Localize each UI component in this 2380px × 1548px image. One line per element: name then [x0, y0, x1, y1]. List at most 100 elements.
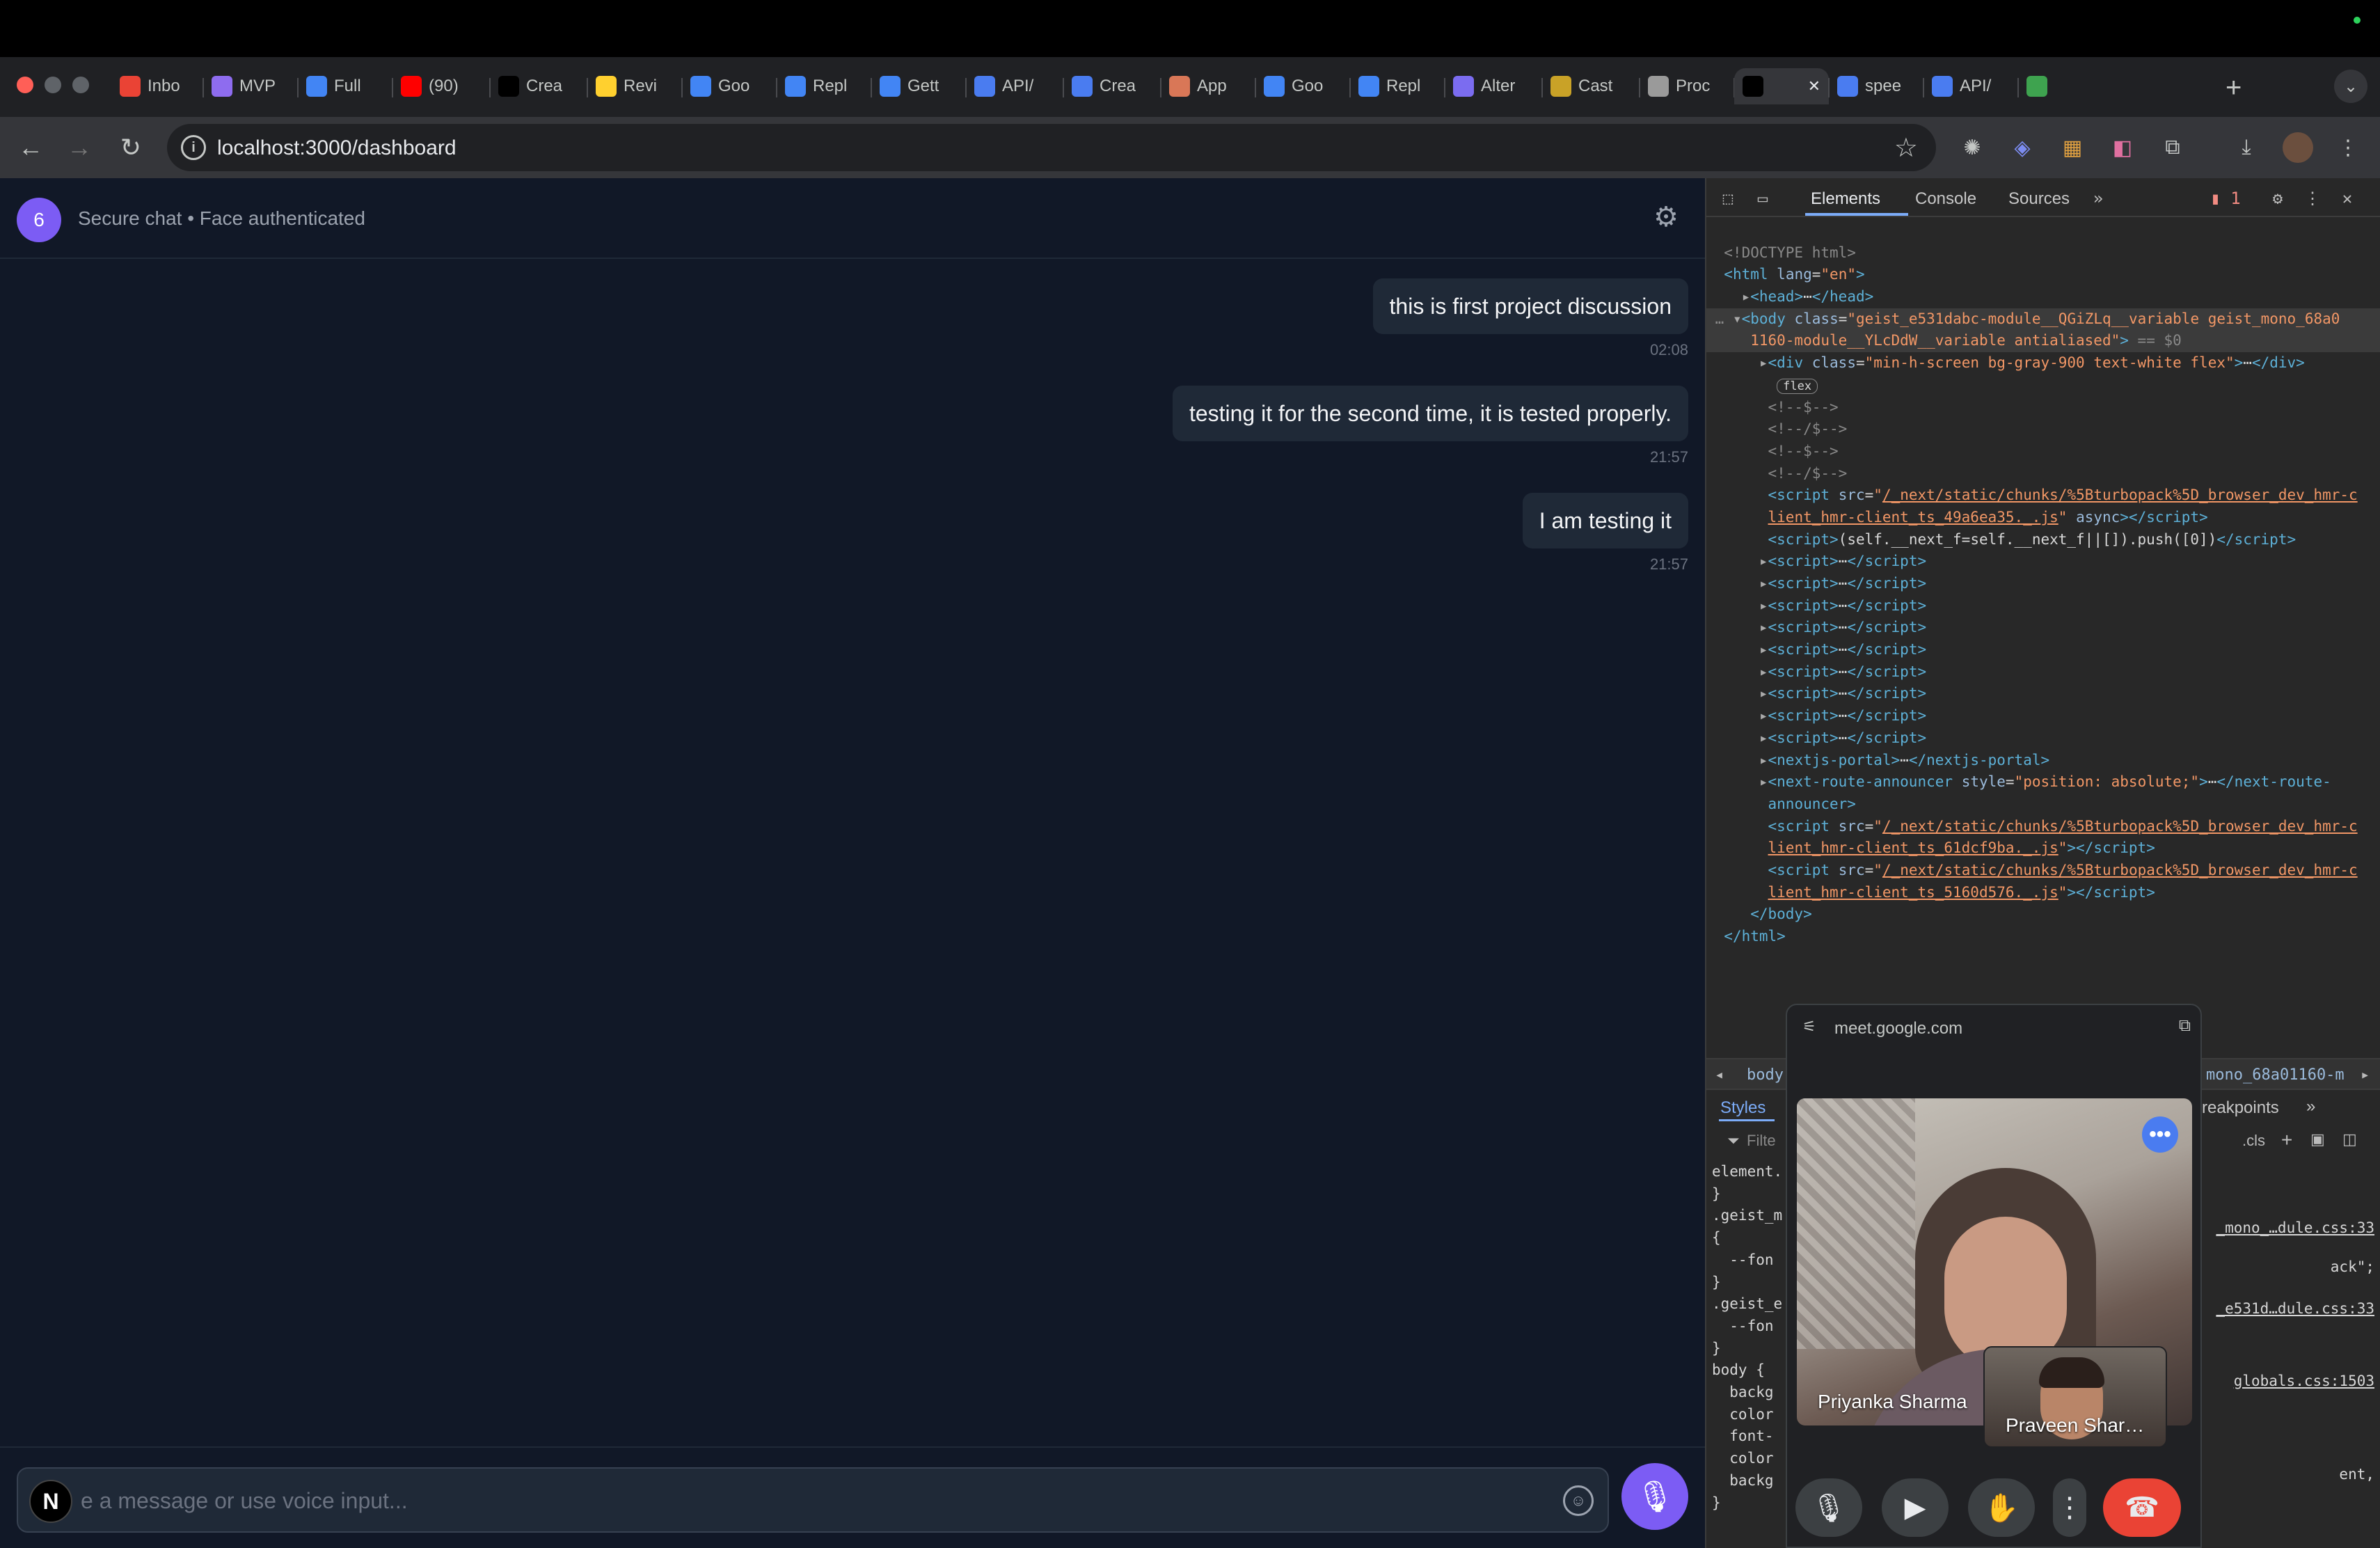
tab-console[interactable]: Console — [1915, 189, 1976, 209]
camera-button[interactable]: ▶ — [1882, 1478, 1949, 1537]
extensions-puzzle-icon[interactable]: ⧉ — [2157, 132, 2188, 163]
tab-elements[interactable]: Elements — [1811, 189, 1880, 209]
dom-line: ▸<script>⋯</script> — [1759, 729, 1927, 746]
app-icon — [1550, 76, 1571, 97]
cls-toggle[interactable]: .cls — [2242, 1132, 2265, 1150]
leave-call-button[interactable]: ☎ — [2103, 1478, 2181, 1537]
tab-label: Proc — [1676, 77, 1711, 95]
inspect-element-icon[interactable]: ⬚ — [1716, 187, 1740, 210]
tab-styles[interactable]: Styles — [1720, 1098, 1766, 1118]
tab-breakpoints[interactable]: reakpoints — [2202, 1098, 2279, 1118]
stylesheet-link[interactable]: _e531d…dule.css:33 — [2216, 1300, 2374, 1317]
more-tabs-icon[interactable]: » — [2086, 187, 2110, 210]
extension-icon[interactable]: ◈ — [2007, 132, 2038, 163]
browser-tab[interactable]: MVP — [203, 68, 298, 104]
site-info-icon[interactable]: i — [181, 135, 206, 160]
reload-button[interactable]: ↻ — [114, 131, 148, 164]
tab-label: MVP — [239, 77, 276, 95]
browser-tab[interactable]: Goo — [1255, 68, 1350, 104]
raise-hand-button[interactable]: ✋ — [1968, 1478, 2035, 1537]
settings-gear-icon[interactable]: ⚙ — [1649, 200, 1683, 234]
close-icon[interactable]: ✕ — [2335, 187, 2359, 210]
issues-badge[interactable]: ▮ 1 — [2205, 187, 2246, 210]
nextjs-dev-badge[interactable]: N — [29, 1480, 72, 1523]
browser-tab[interactable]: Cast — [1542, 68, 1640, 104]
filter-input[interactable]: Filte — [1747, 1132, 1776, 1150]
browser-tab[interactable]: Full — [298, 68, 392, 104]
dom-line: <script src="/_next/static/chunks/%5Btur… — [1768, 817, 2358, 835]
tab-label: API/ — [1002, 77, 1034, 95]
site-controls-icon[interactable]: ⚟ — [1802, 1018, 1816, 1036]
more-options-button[interactable]: ⋮ — [2053, 1478, 2086, 1537]
extension-icon[interactable]: ✺ — [1957, 132, 1988, 163]
forward-button[interactable]: → — [63, 131, 96, 164]
breadcrumb-item[interactable]: mono_68a01160-m — [2206, 1066, 2345, 1084]
browser-tab[interactable]: App — [1161, 68, 1255, 104]
browser-menu-icon[interactable]: ⋮ — [2333, 132, 2363, 163]
tab-label: API/ — [1960, 77, 1992, 95]
add-rule-icon[interactable]: + — [2281, 1129, 2292, 1151]
browser-tab[interactable]: spee — [1829, 68, 1923, 104]
browser-tab[interactable]: (90) — [392, 68, 490, 104]
more-options-icon[interactable]: ••• — [2142, 1116, 2178, 1153]
camera-indicator-icon — [2354, 17, 2361, 24]
crumb-left-arrow-icon[interactable]: ◂ — [1715, 1066, 1724, 1084]
google-icon — [880, 76, 901, 97]
browser-tab[interactable]: Inbo — [111, 68, 203, 104]
tab-sources[interactable]: Sources — [2008, 189, 2070, 209]
new-tab-button[interactable]: + — [2226, 72, 2242, 104]
tab-label: Goo — [1292, 77, 1324, 95]
extension-icon[interactable]: ▦ — [2057, 132, 2088, 163]
emoji-icon[interactable]: ☺ — [1563, 1485, 1594, 1516]
browser-tab[interactable]: Gett — [871, 68, 966, 104]
profile-avatar[interactable] — [2283, 132, 2313, 163]
microphone-button[interactable]: 🎙 — [1795, 1478, 1862, 1537]
browser-tab[interactable]: API/ — [966, 68, 1063, 104]
vertical-dots-icon: ⋮ — [2056, 1492, 2084, 1523]
paint-icon[interactable]: ▣ — [2310, 1130, 2325, 1148]
device-toolbar-icon[interactable]: ▭ — [1751, 187, 1775, 210]
api-icon — [974, 76, 995, 97]
browser-tab[interactable]: Alter — [1445, 68, 1542, 104]
maximize-window-icon[interactable] — [72, 77, 89, 93]
back-button[interactable]: ← — [14, 131, 47, 164]
browser-tab[interactable]: Repl — [777, 68, 871, 104]
microphone-icon: 🎙 — [1811, 1492, 1847, 1524]
browser-tab[interactable]: Crea — [490, 68, 587, 104]
dom-tree[interactable]: <!DOCTYPE html> <html lang="en"> ▸<head>… — [1706, 220, 2380, 992]
dom-line-selected: 1160-module__YLcDdW__variable antialiase… — [1706, 330, 2380, 353]
bookmark-star-icon[interactable]: ☆ — [1894, 132, 1918, 164]
browser-tab[interactable]: Crea — [1063, 68, 1161, 104]
browser-tab[interactable]: API/ — [1923, 68, 2018, 104]
message-input[interactable] — [81, 1483, 1500, 1519]
browser-tab[interactable]: Proc — [1640, 68, 1734, 104]
breadcrumb-item[interactable]: body — [1747, 1066, 1784, 1084]
dom-line: lient_hmr-client_ts_61dcf9ba._.js"></scr… — [1768, 839, 2155, 857]
stylesheet-link[interactable]: _mono_…dule.css:33 — [2216, 1219, 2374, 1236]
back-to-tab-icon[interactable]: ⧉ — [2179, 1016, 2191, 1036]
tab-search-button[interactable]: ⌄ — [2334, 70, 2367, 103]
crumb-right-arrow-icon[interactable]: ▸ — [2361, 1066, 2370, 1084]
sidebar-toggle-icon[interactable]: ◫ — [2342, 1130, 2357, 1148]
settings-gear-icon[interactable]: ⚙ — [2266, 187, 2290, 210]
close-tab-icon[interactable]: ✕ — [1808, 77, 1820, 95]
api-icon — [1932, 76, 1953, 97]
download-icon[interactable]: ⤓ — [2231, 132, 2262, 163]
voice-input-button[interactable]: 🎙 — [1621, 1463, 1688, 1530]
minimize-window-icon[interactable] — [45, 77, 61, 93]
address-url[interactable]: localhost:3000/dashboard — [217, 136, 457, 160]
message-bubble: I am testing it — [1522, 493, 1688, 548]
devtools-tab-bar: ⬚ ▭ Elements Console Sources » ▮ 1 ⚙ ⋮ ✕ — [1706, 178, 2380, 217]
address-bar[interactable]: i localhost:3000/dashboard ☆ — [167, 124, 1936, 171]
more-tabs-icon[interactable]: » — [2306, 1097, 2315, 1116]
browser-tab[interactable] — [2018, 68, 2102, 104]
stylesheet-link[interactable]: globals.css:1503 — [2234, 1373, 2374, 1389]
browser-tab[interactable]: Revi — [587, 68, 682, 104]
extension-icon[interactable]: ◧ — [2107, 132, 2138, 163]
browser-tab[interactable]: Goo — [682, 68, 777, 104]
more-options-icon[interactable]: ⋮ — [2301, 187, 2324, 210]
google-icon — [785, 76, 806, 97]
browser-tab[interactable]: Repl — [1350, 68, 1445, 104]
close-window-icon[interactable] — [17, 77, 33, 93]
browser-tab[interactable]: ✕ — [1734, 68, 1829, 104]
